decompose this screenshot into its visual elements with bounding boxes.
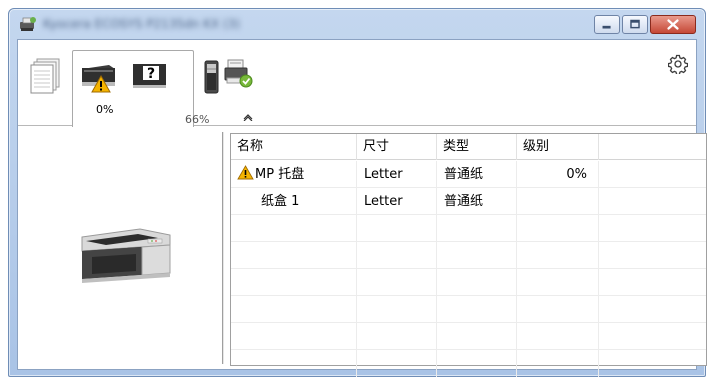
table-row-empty [231,323,706,350]
row-level: 0% [517,161,599,188]
row-filler [599,188,706,215]
row-name-cell: MP 托盘 [231,161,357,188]
tab-printer-status[interactable] [222,54,258,94]
close-icon [667,19,679,30]
gear-icon[interactable] [668,54,688,74]
column-header-level[interactable]: 级别 [517,134,599,160]
printer-settings-check-icon [224,59,253,88]
row-type: 普通纸 [437,161,517,188]
document-stack-icon [30,58,60,94]
printer-image [81,228,171,283]
row-filler [599,161,706,188]
table-row-empty [231,269,706,296]
row-level [517,188,599,215]
paper-level-label: 0% [96,103,114,116]
table-row-empty [231,215,706,242]
column-header-size[interactable]: 尺寸 [357,134,437,160]
window-title: Kyocera ECOSYS P2135dn KX (3) [43,17,241,31]
row-size: Letter [357,188,437,215]
row-size: Letter [357,161,437,188]
table-header: 名称 尺寸 类型 级别 [231,134,706,160]
toner-level-label: 66% [185,113,210,126]
maximize-icon [630,19,640,29]
table-row-empty [231,350,706,377]
tab-documents[interactable] [28,56,64,98]
maximize-button[interactable] [622,15,648,34]
pane-splitter[interactable] [222,132,224,364]
table-row-empty [231,296,706,323]
row-name: 纸盒 1 [231,188,357,215]
warning-icon [91,75,111,93]
tab-paper[interactable]: ? 0% [72,50,194,127]
minimize-icon [602,25,611,29]
printer-app-icon [20,17,36,31]
table-row[interactable]: 纸盒 1 Letter 普通纸 [231,188,706,215]
table-row-empty [231,242,706,269]
warning-icon [237,165,254,180]
minimize-button[interactable] [594,15,620,34]
column-header-name[interactable]: 名称 [231,134,357,160]
svg-text:?: ? [147,66,155,82]
status-tab-strip: ? 0% 66% [18,40,696,127]
close-button[interactable] [650,15,696,34]
row-name: MP 托盘 [255,167,305,182]
paper-source-table: 名称 尺寸 类型 级别 MP 托盘 Letter 普通纸 0% 纸盒 1 Let… [230,133,707,377]
unknown-status-icon: ? [133,64,166,88]
column-header-type[interactable]: 类型 [437,134,517,160]
column-header-filler [599,134,706,160]
device-image-pane [18,127,221,371]
table-row[interactable]: MP 托盘 Letter 普通纸 0% [231,161,706,188]
collapse-chevron-icon[interactable] [243,113,253,121]
client-area: ? 0% 66% 名称 尺寸 类型 级别 MP 托盘 Letter 普通纸 0%… [17,39,707,377]
row-type: 普通纸 [437,188,517,215]
title-bar[interactable]: Kyocera ECOSYS P2135dn KX (3) [9,9,705,39]
status-monitor-window: Kyocera ECOSYS P2135dn KX (3) ? 0% 66% 名… [8,8,707,377]
